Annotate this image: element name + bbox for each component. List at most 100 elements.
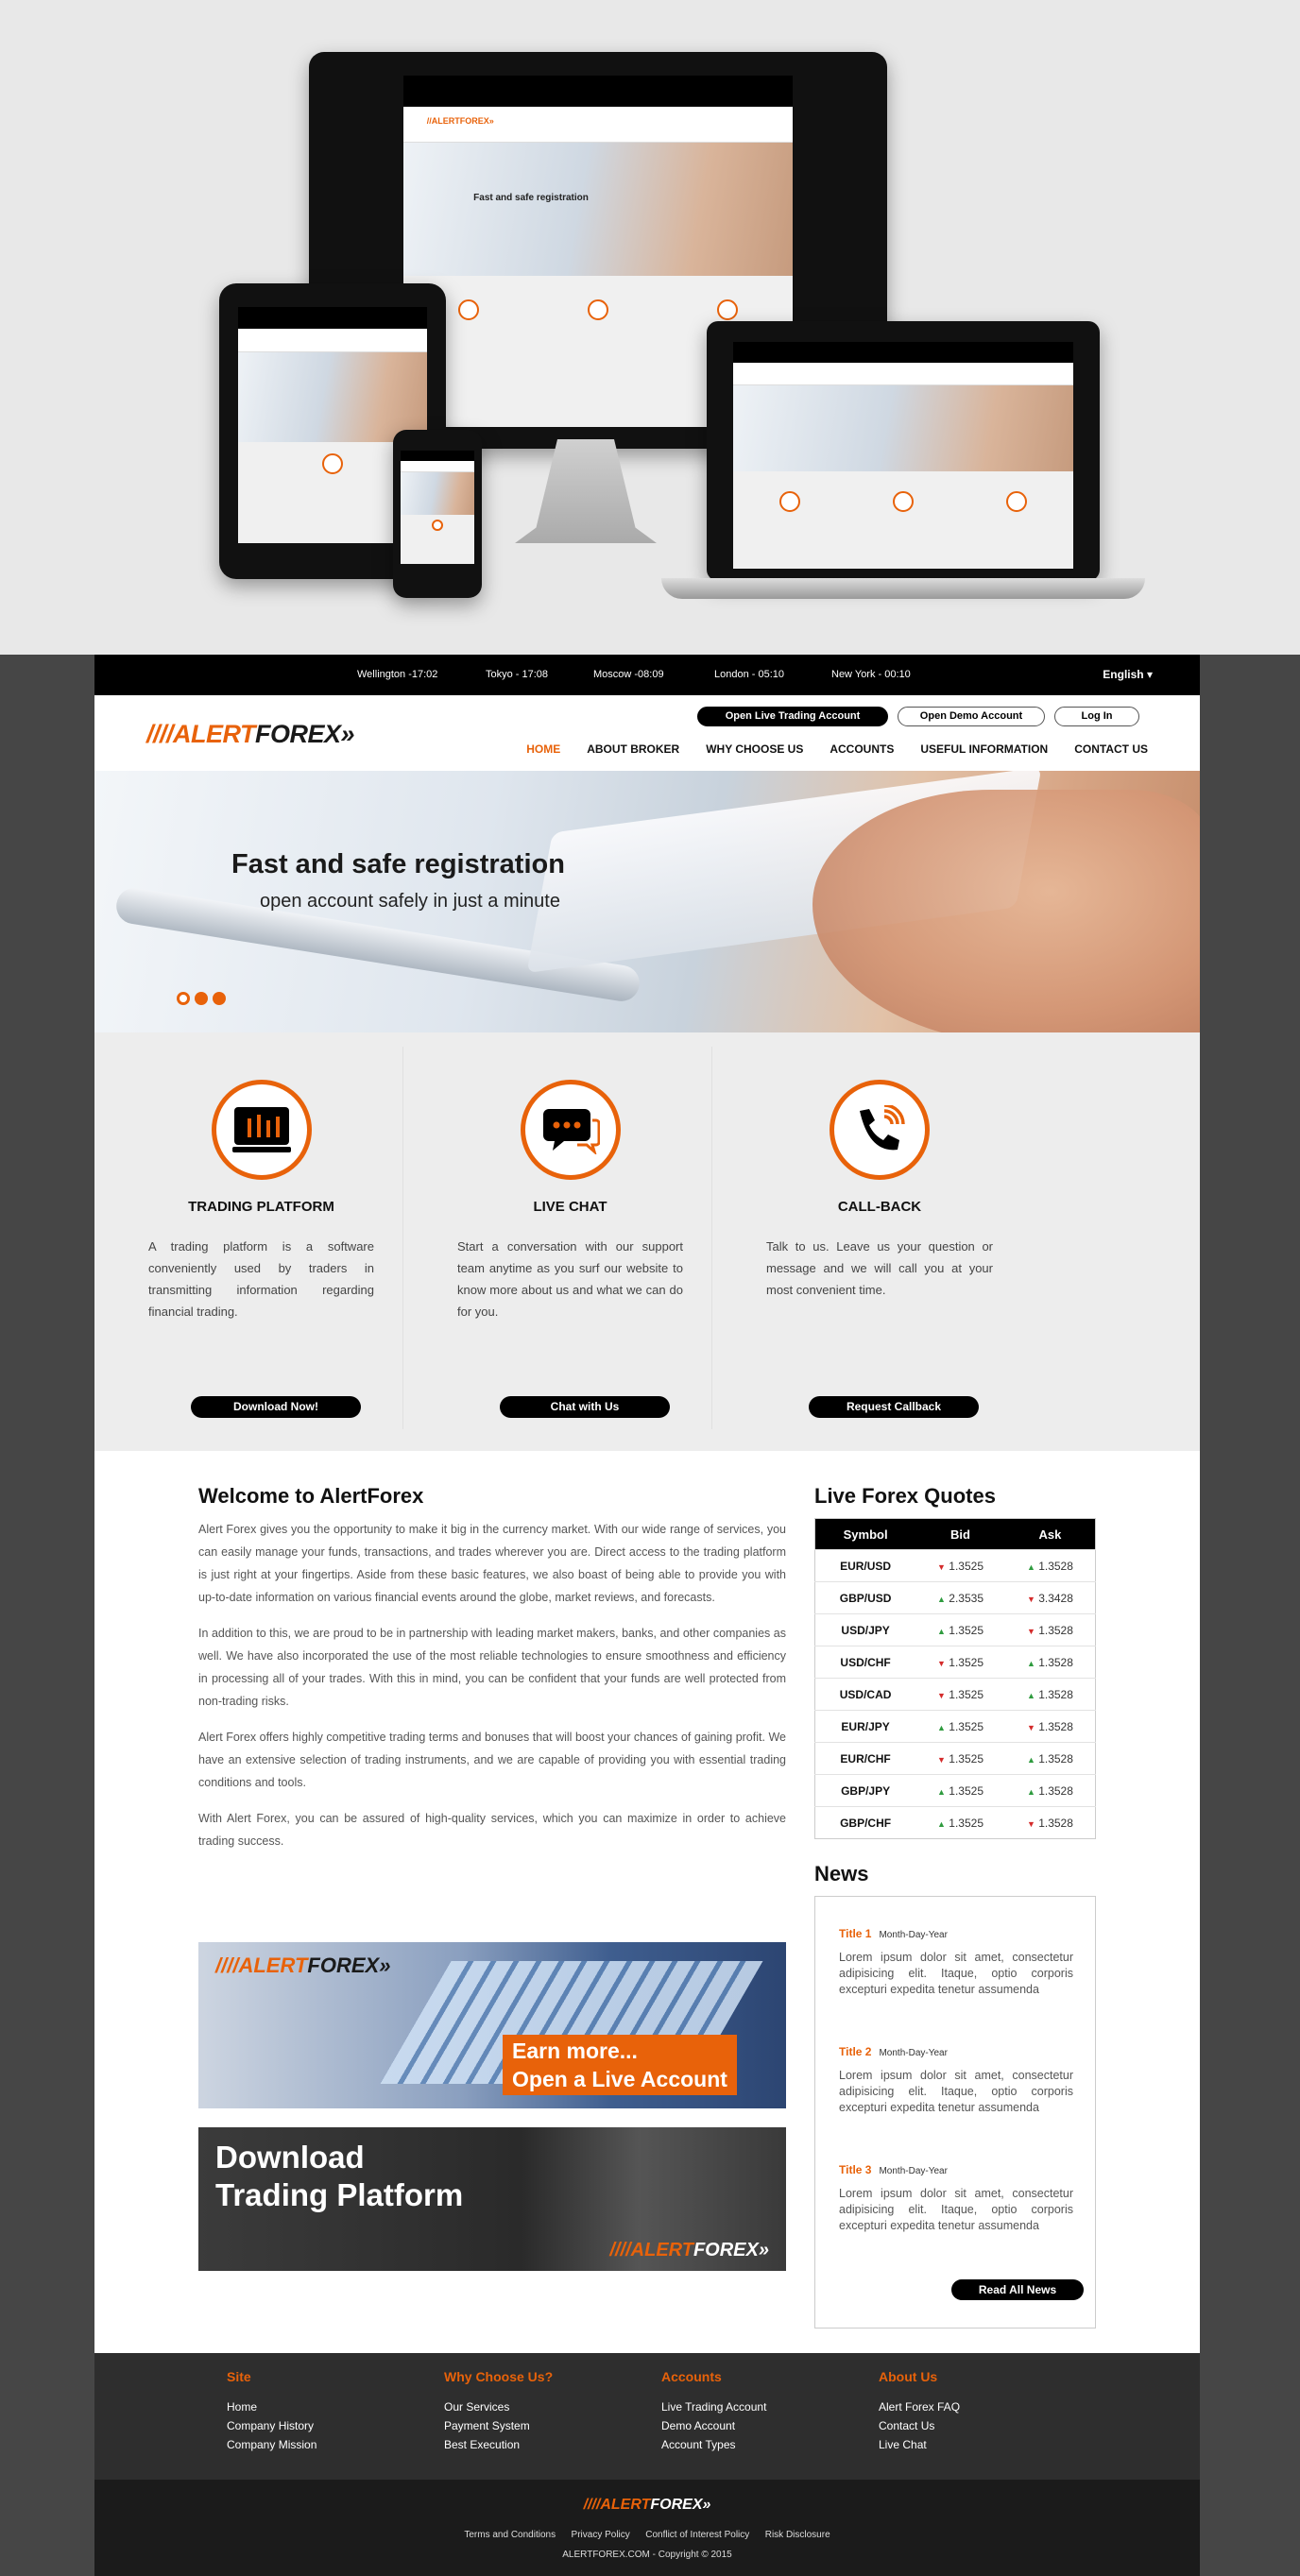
legal-links: Terms and Conditions Privacy Policy Conf… <box>94 2525 1200 2542</box>
footer-link[interactable]: Best Execution <box>444 2435 553 2454</box>
footer-column-title: Site <box>227 2369 251 2384</box>
website: Wellington -17:02 Tokyo - 17:08 Moscow -… <box>94 655 1200 2576</box>
footer-link[interactable]: Demo Account <box>661 2416 766 2435</box>
footer-column-title: Why Choose Us? <box>444 2369 554 2384</box>
quote-ask: ▼ 3.3428 <box>1004 1581 1096 1614</box>
footer-link[interactable]: Payment System <box>444 2416 553 2435</box>
down-arrow-icon: ▼ <box>1026 1722 1035 1732</box>
quote-bid: ▲ 2.3535 <box>915 1581 1005 1614</box>
quote-row: GBP/USD ▲ 2.3535 ▼ 3.3428 <box>814 1581 1096 1614</box>
footer-column-about-us: About Us Alert Forex FAQ Contact Us Live… <box>879 2369 960 2454</box>
quote-row: USD/JPY ▲ 1.3525 ▼ 1.3528 <box>814 1613 1096 1646</box>
up-arrow-icon: ▲ <box>1026 1754 1035 1765</box>
slider-dot-2[interactable] <box>195 992 208 1005</box>
welcome-section: Welcome to AlertForex Alert Forex gives … <box>198 1484 786 1866</box>
nav-contact-us[interactable]: CONTACT US <box>1074 742 1148 756</box>
column-header: Bid <box>915 1518 1005 1550</box>
slider-dot-3[interactable] <box>213 992 226 1005</box>
clock-moscow: Moscow -08:09 <box>593 669 664 680</box>
main-navigation: HOME ABOUT BROKER WHY CHOOSE US ACCOUNTS… <box>500 742 1148 756</box>
site-logo[interactable]: ////ALERTFOREX» <box>146 720 355 749</box>
slider-dot-1[interactable] <box>177 992 190 1005</box>
nav-home[interactable]: HOME <box>526 742 560 756</box>
news-item[interactable]: Title 1 Month-Day-Year Lorem ipsum dolor … <box>839 1925 1073 1998</box>
slider-dots <box>177 992 226 1005</box>
quote-ask: ▼ 1.3528 <box>1004 1613 1096 1646</box>
nav-why-choose-us[interactable]: WHY CHOOSE US <box>706 742 803 756</box>
features-section: TRADING PLATFORM A trading platform is a… <box>94 1032 1200 1451</box>
news-item[interactable]: Title 2 Month-Day-Year Lorem ipsum dolor … <box>839 2043 1073 2116</box>
nav-about-broker[interactable]: ABOUT BROKER <box>587 742 679 756</box>
quotes-title: Live Forex Quotes <box>814 1484 996 1508</box>
banner-logo: ////ALERTFOREX» <box>215 1953 391 1977</box>
quote-bid: ▲ 1.3525 <box>915 1806 1005 1839</box>
open-demo-account-button[interactable]: Open Demo Account <box>898 707 1045 726</box>
news-item-date: Month-Day-Year <box>879 2166 948 2176</box>
feature-call-back: CALL-BACK Talk to us. Leave us your ques… <box>738 1047 1021 1429</box>
quote-ask: ▲ 1.3528 <box>1004 1646 1096 1679</box>
footer-link[interactable]: Home <box>227 2397 316 2416</box>
footer-link[interactable]: Company Mission <box>227 2435 316 2454</box>
quote-bid: ▼ 1.3525 <box>915 1742 1005 1775</box>
up-arrow-icon: ▲ <box>937 1818 946 1829</box>
clock-tokyo: Tokyo - 17:08 <box>486 669 549 680</box>
nav-useful-information[interactable]: USEFUL INFORMATION <box>920 742 1048 756</box>
banner-logo: ////ALERTFOREX» <box>609 2240 769 2260</box>
quote-symbol: GBP/CHF <box>814 1806 916 1839</box>
news-item-text: Lorem ipsum dolor sit amet, consectetur … <box>839 2069 1073 2114</box>
quote-bid: ▼ 1.3525 <box>915 1678 1005 1711</box>
chat-bubbles-icon <box>520 1080 621 1180</box>
footer-link[interactable]: Live Trading Account <box>661 2397 766 2416</box>
news-item[interactable]: Title 3 Month-Day-Year Lorem ipsum dolor … <box>839 2161 1073 2234</box>
news-item-text: Lorem ipsum dolor sit amet, consectetur … <box>839 2187 1073 2232</box>
news-item-date: Month-Day-Year <box>879 1930 948 1940</box>
footer-link[interactable]: Contact Us <box>879 2416 960 2435</box>
quote-row: GBP/CHF ▲ 1.3525 ▼ 1.3528 <box>814 1806 1096 1839</box>
terms-link[interactable]: Terms and Conditions <box>464 2530 556 2540</box>
quote-symbol: USD/CHF <box>814 1646 916 1679</box>
feature-text: Start a conversation with our support te… <box>457 1239 683 1319</box>
quote-row: USD/CAD ▼ 1.3525 ▲ 1.3528 <box>814 1678 1096 1711</box>
open-live-account-button[interactable]: Open Live Trading Account <box>697 707 888 726</box>
footer-link[interactable]: Company History <box>227 2416 316 2435</box>
news-title: News <box>814 1862 869 1885</box>
feature-live-chat: LIVE CHAT Start a conversation with our … <box>429 1047 712 1429</box>
earn-more-text: Earn more... Open a Live Account <box>503 2035 737 2095</box>
footer-link[interactable]: Alert Forex FAQ <box>879 2397 960 2416</box>
news-item-title: Title 3 <box>839 2163 872 2176</box>
conflict-policy-link[interactable]: Conflict of Interest Policy <box>645 2530 749 2540</box>
site-header: ////ALERTFOREX» Open Live Trading Accoun… <box>94 695 1200 771</box>
request-callback-button[interactable]: Request Callback <box>809 1396 979 1418</box>
download-now-button[interactable]: Download Now! <box>191 1396 361 1418</box>
risk-disclosure-link[interactable]: Risk Disclosure <box>765 2530 830 2540</box>
news-item-title: Title 2 <box>839 2045 872 2058</box>
world-clock-bar: Wellington -17:02 Tokyo - 17:08 Moscow -… <box>94 655 1200 695</box>
down-arrow-icon: ▼ <box>1026 1594 1035 1604</box>
nav-accounts[interactable]: ACCOUNTS <box>830 742 894 756</box>
clock-wellington: Wellington -17:02 <box>357 669 438 680</box>
clock-new-york: New York - 00:10 <box>831 669 911 680</box>
news-item-title: Title 1 <box>839 1927 872 1940</box>
footer-link[interactable]: Our Services <box>444 2397 553 2416</box>
read-all-news-button[interactable]: Read All News <box>951 2279 1084 2300</box>
open-live-account-banner[interactable]: ////ALERTFOREX» Earn more... Open a Live … <box>198 1942 786 2108</box>
chat-with-us-button[interactable]: Chat with Us <box>500 1396 670 1418</box>
download-platform-banner[interactable]: Download Trading Platform ////ALERTFOREX» <box>198 2127 786 2271</box>
quote-ask: ▼ 1.3528 <box>1004 1710 1096 1743</box>
footer-link[interactable]: Live Chat <box>879 2435 960 2454</box>
login-button[interactable]: Log In <box>1054 707 1139 726</box>
footer-link[interactable]: Account Types <box>661 2435 766 2454</box>
welcome-paragraph: In addition to this, we are proud to be … <box>198 1627 786 1708</box>
footer-column-title: About Us <box>879 2369 938 2384</box>
footer-column-site: Site Home Company History Company Missio… <box>227 2369 316 2454</box>
language-selector[interactable]: English ▾ <box>1103 668 1153 681</box>
device-mockup: //ALERTFOREX» Fast and safe registration <box>0 0 1300 655</box>
privacy-link[interactable]: Privacy Policy <box>572 2530 630 2540</box>
quote-symbol: EUR/CHF <box>814 1742 916 1775</box>
welcome-title: Welcome to AlertForex <box>198 1484 424 1508</box>
footer-logo[interactable]: ////ALERTFOREX» <box>94 2497 1200 2514</box>
quote-bid: ▼ 1.3525 <box>915 1646 1005 1679</box>
news-box: Title 1 Month-Day-Year Lorem ipsum dolor … <box>814 1896 1096 2329</box>
up-arrow-icon: ▲ <box>1026 1658 1035 1668</box>
quote-symbol: GBP/USD <box>814 1581 916 1614</box>
